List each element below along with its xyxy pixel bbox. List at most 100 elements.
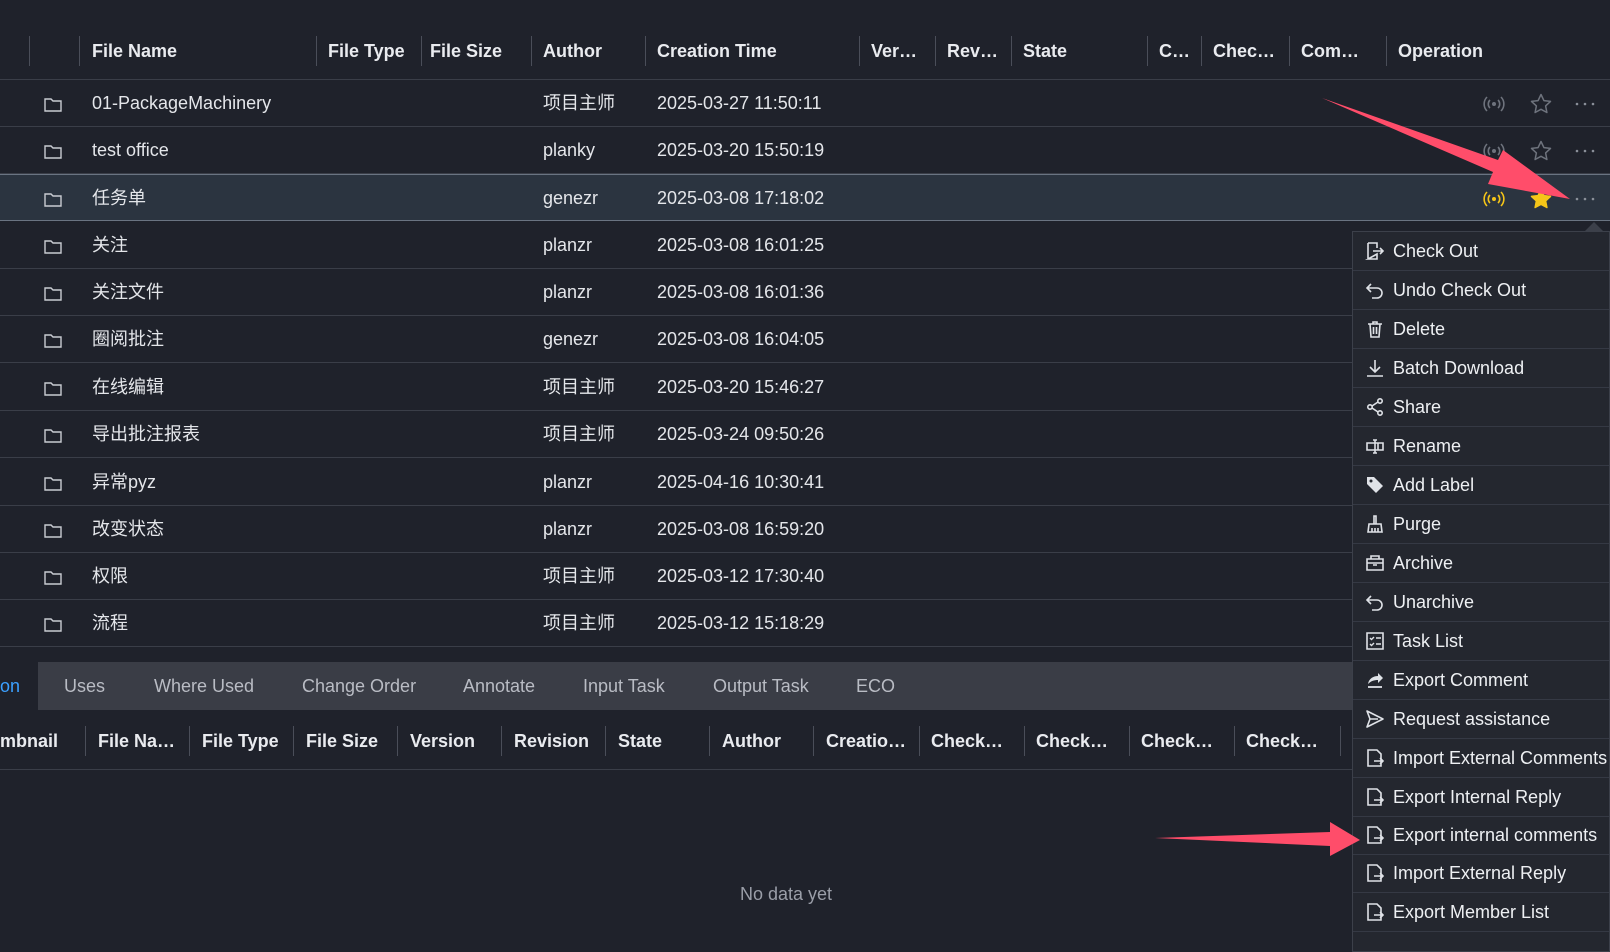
folder-icon (44, 522, 62, 538)
column-header-revision[interactable]: Rev… (935, 36, 1011, 66)
column-header-state[interactable]: State (618, 726, 708, 756)
column-header-file-name[interactable]: File Name (80, 36, 310, 66)
column-separator[interactable] (397, 726, 398, 756)
more-icon[interactable] (1574, 139, 1598, 163)
menu-item-export-comment[interactable]: Export Comment (1353, 661, 1609, 700)
column-header-state[interactable]: State (1011, 36, 1147, 66)
menu-item-check-out[interactable]: Check Out (1353, 232, 1609, 271)
column-header-version[interactable]: Ver… (859, 36, 935, 66)
folder-icon (44, 616, 62, 632)
column-header-checked-4[interactable]: Check… (1246, 726, 1338, 756)
author-cell: planzr (543, 282, 593, 302)
file-name-cell[interactable]: 改变状态 (92, 506, 164, 553)
column-separator[interactable] (919, 726, 920, 756)
tab-active[interactable]: on (0, 662, 38, 710)
tab-eco[interactable]: ECO (856, 662, 895, 710)
menu-item-export-internal-comments[interactable]: Export internal comments (1353, 816, 1609, 855)
file-name-cell[interactable]: 权限 (92, 553, 128, 600)
column-header-thumbnail[interactable]: mbnail (0, 726, 80, 756)
column-separator[interactable] (709, 726, 710, 756)
column-separator[interactable] (813, 726, 814, 756)
file-export-icon (1365, 825, 1385, 845)
file-name-cell[interactable]: 异常pyz (92, 459, 156, 506)
column-header-file-size[interactable]: File Size (306, 726, 396, 756)
file-name-cell[interactable]: test office (92, 127, 169, 174)
column-header-creation-time[interactable]: Creation Time (645, 36, 855, 66)
menu-item-add-label[interactable]: Add Label (1353, 466, 1609, 505)
menu-item-label: Export Comment (1393, 670, 1529, 690)
column-header-checked-3[interactable]: Check… (1141, 726, 1233, 756)
menu-item-import-external-reply[interactable]: Import External Reply (1353, 854, 1609, 893)
tab-output-task[interactable]: Output Task (713, 662, 809, 710)
star-icon[interactable] (1529, 187, 1553, 211)
more-icon[interactable] (1574, 92, 1598, 116)
menu-item-share[interactable]: Share (1353, 388, 1609, 427)
broadcast-icon[interactable] (1482, 187, 1506, 211)
tab-uses[interactable]: Uses (64, 662, 105, 710)
menu-item-export-member-list[interactable]: Export Member List (1353, 893, 1609, 932)
column-separator[interactable] (1024, 726, 1025, 756)
menu-item-export-internal-reply[interactable]: Export Internal Reply (1353, 778, 1609, 817)
column-header-author[interactable]: Author (531, 36, 641, 66)
folder-icon (44, 427, 62, 443)
folder-icon (44, 475, 62, 491)
column-header-revision[interactable]: Revision (514, 726, 604, 756)
table-row[interactable]: 任务单 genezr 2025-03-08 17:18:02 (0, 174, 1610, 221)
tab-change-order[interactable]: Change Order (302, 662, 416, 710)
column-header-file-size[interactable]: File Size (418, 36, 528, 66)
column-header-file-type[interactable]: File Type (202, 726, 292, 756)
column-header-checked-1[interactable]: Check… (931, 726, 1023, 756)
column-header-comment[interactable]: Com… (1289, 36, 1385, 66)
file-name-cell[interactable]: 流程 (92, 600, 128, 647)
menu-item-delete[interactable]: Delete (1353, 310, 1609, 349)
menu-item-purge[interactable]: Purge (1353, 505, 1609, 544)
file-name-cell[interactable]: 关注 (92, 222, 128, 269)
broadcast-icon[interactable] (1482, 139, 1506, 163)
creation-time-cell: 2025-03-12 17:30:40 (657, 566, 825, 586)
download-icon (1365, 358, 1385, 378)
column-header-version[interactable]: Version (410, 726, 500, 756)
column-separator[interactable] (293, 726, 294, 756)
column-separator[interactable] (85, 726, 86, 756)
file-name-cell[interactable]: 圈阅批注 (92, 316, 164, 363)
table-row[interactable]: test office planky 2025-03-20 15:50:19 (0, 127, 1610, 174)
column-separator[interactable] (1234, 726, 1235, 756)
more-icon[interactable] (1574, 187, 1598, 211)
file-name-cell[interactable]: 关注文件 (92, 269, 164, 316)
menu-item-undo-check-out[interactable]: Undo Check Out (1353, 271, 1609, 310)
file-name-cell[interactable]: 01-PackageMachinery (92, 80, 271, 127)
menu-item-request-assistance[interactable]: Request assistance (1353, 700, 1609, 739)
menu-item-archive[interactable]: Archive (1353, 544, 1609, 583)
column-header-file-name[interactable]: File Na… (98, 726, 188, 756)
column-header-file-type[interactable]: File Type (316, 36, 420, 66)
tab-input-task[interactable]: Input Task (583, 662, 665, 710)
author-cell: 项目主师 (543, 93, 615, 113)
column-separator[interactable] (1340, 726, 1341, 756)
star-icon[interactable] (1529, 139, 1553, 163)
column-header-c[interactable]: C… (1147, 36, 1201, 66)
star-icon[interactable] (1529, 92, 1553, 116)
menu-item-batch-download[interactable]: Batch Download (1353, 349, 1609, 388)
column-separator[interactable] (29, 36, 30, 66)
file-name-cell[interactable]: 在线编辑 (92, 364, 164, 411)
menu-item-unarchive[interactable]: Unarchive (1353, 583, 1609, 622)
column-separator[interactable] (501, 726, 502, 756)
broadcast-icon[interactable] (1482, 92, 1506, 116)
author-cell: genezr (543, 329, 599, 349)
column-separator[interactable] (605, 726, 606, 756)
table-row[interactable]: 01-PackageMachinery 项目主师 2025-03-27 11:50:… (0, 80, 1610, 127)
column-header-checked[interactable]: Chec… (1201, 36, 1289, 66)
file-name-cell[interactable]: 导出批注报表 (92, 411, 200, 458)
tab-where-used[interactable]: Where Used (154, 662, 254, 710)
menu-item-task-list[interactable]: Task List (1353, 622, 1609, 661)
column-separator[interactable] (1129, 726, 1130, 756)
file-name-cell[interactable]: 任务单 (92, 175, 146, 222)
menu-item-import-external-comments[interactable]: Import External Comments (1353, 739, 1609, 778)
column-header-checked-2[interactable]: Check… (1036, 726, 1128, 756)
column-separator[interactable] (189, 726, 190, 756)
menu-item-rename[interactable]: Rename (1353, 427, 1609, 466)
column-header-operation: Operation (1398, 41, 1484, 61)
column-header-author[interactable]: Author (722, 726, 812, 756)
tab-annotate[interactable]: Annotate (463, 662, 535, 710)
column-header-creation-time[interactable]: Creatio… (826, 726, 918, 756)
